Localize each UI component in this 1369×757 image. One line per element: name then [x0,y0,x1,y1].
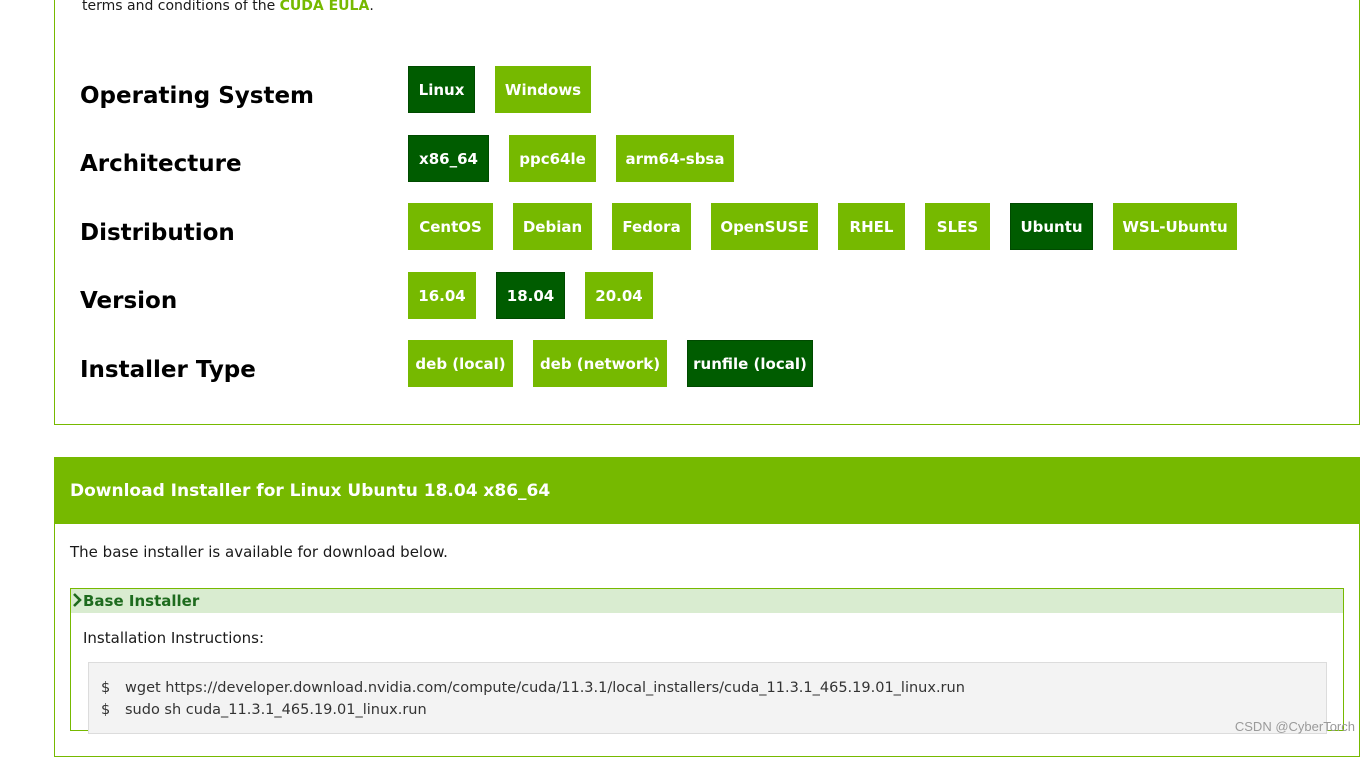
installer-option-deb-local[interactable]: deb (local) [408,340,513,387]
distro-option-fedora[interactable]: Fedora [612,203,691,250]
distro-option-centos[interactable]: CentOS [408,203,493,250]
distro-option-sles[interactable]: SLES [925,203,990,250]
arch-option-arm64-sbsa[interactable]: arm64-sbsa [616,135,734,182]
download-description: The base installer is available for down… [70,543,448,561]
os-label: Operating System [80,83,314,109]
command-line: $ wget https://developer.download.nvidia… [101,677,1314,699]
installer-option-runfile-local[interactable]: runfile (local) [687,340,813,387]
distro-option-wsl-ubuntu[interactable]: WSL-Ubuntu [1113,203,1237,250]
chevron-right-icon [72,592,82,611]
distro-option-debian[interactable]: Debian [513,203,592,250]
installation-instructions-label: Installation Instructions: [83,629,264,647]
architecture-label: Architecture [80,151,242,177]
version-options: 16.04 18.04 20.04 [408,272,653,319]
architecture-options: x86_64 ppc64le arm64-sbsa [408,135,734,182]
command-text: sudo sh cuda_11.3.1_465.19.01_linux.run [125,699,427,721]
download-installer-panel: Download Installer for Linux Ubuntu 18.0… [54,457,1360,757]
os-options: Linux Windows [408,66,591,113]
installer-type-label: Installer Type [80,357,256,383]
distribution-label: Distribution [80,220,235,246]
download-header: Download Installer for Linux Ubuntu 18.0… [55,458,1359,524]
command-text: wget https://developer.download.nvidia.c… [125,677,965,699]
eula-prefix-text: terms and conditions of the [82,0,275,14]
platform-selector-panel: terms and conditions of the CUDA EULA. O… [54,0,1360,425]
version-option-18-04[interactable]: 18.04 [496,272,565,319]
cuda-eula-link[interactable]: CUDA EULA [280,0,370,14]
arch-option-x86-64[interactable]: x86_64 [408,135,489,182]
distro-option-ubuntu[interactable]: Ubuntu [1010,203,1093,250]
eula-notice: terms and conditions of the CUDA EULA. [82,0,374,14]
command-prompt: $ [101,677,125,699]
base-installer-toggle[interactable]: Base Installer [71,589,1343,613]
csdn-watermark: CSDN @CyberTorch [1235,719,1355,734]
installer-type-options: deb (local) deb (network) runfile (local… [408,340,813,387]
arch-option-ppc64le[interactable]: ppc64le [509,135,596,182]
version-option-16-04[interactable]: 16.04 [408,272,476,319]
version-option-20-04[interactable]: 20.04 [585,272,653,319]
os-option-linux[interactable]: Linux [408,66,475,113]
version-label: Version [80,288,177,314]
command-line: $ sudo sh cuda_11.3.1_465.19.01_linux.ru… [101,699,1314,721]
base-installer-section: Base Installer Installation Instructions… [70,588,1344,731]
distro-option-opensuse[interactable]: OpenSUSE [711,203,818,250]
base-installer-title: Base Installer [83,592,199,610]
install-commands-block[interactable]: $ wget https://developer.download.nvidia… [88,662,1327,734]
eula-suffix-text: . [369,0,373,14]
distro-option-rhel[interactable]: RHEL [838,203,905,250]
installer-option-deb-network[interactable]: deb (network) [533,340,667,387]
distribution-options: CentOS Debian Fedora OpenSUSE RHEL SLES … [408,203,1237,250]
os-option-windows[interactable]: Windows [495,66,591,113]
command-prompt: $ [101,699,125,721]
